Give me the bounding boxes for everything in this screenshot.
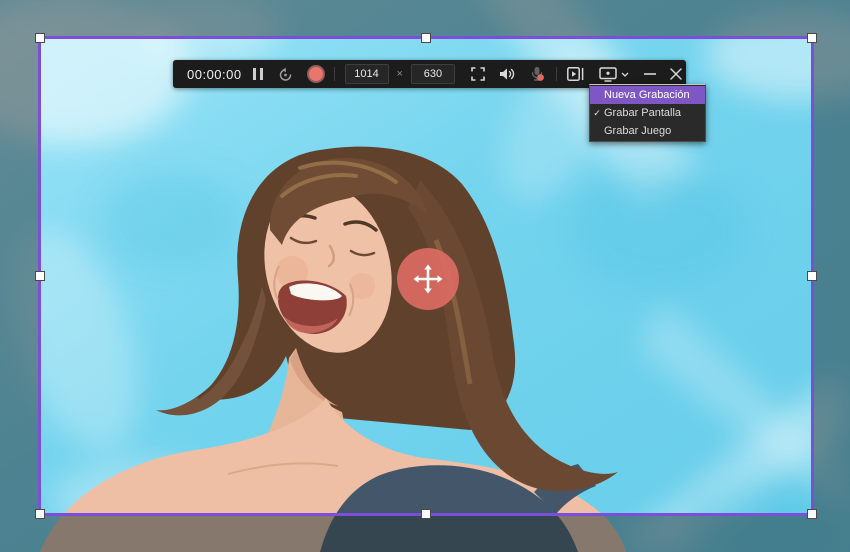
fullscreen-icon <box>471 67 485 81</box>
microphone-icon <box>529 66 545 82</box>
dimmed-region-right <box>812 38 850 514</box>
toolbar-divider <box>556 67 557 81</box>
resize-handle-se[interactable] <box>807 509 817 519</box>
menu-item-label: Nueva Grabación <box>604 89 690 101</box>
resize-handle-e[interactable] <box>807 271 817 281</box>
record-icon <box>309 67 323 81</box>
fullscreen-button[interactable] <box>469 60 487 88</box>
capture-height-input[interactable] <box>411 64 455 84</box>
speaker-button[interactable] <box>499 60 517 88</box>
dimmed-region-bottom <box>0 514 850 552</box>
menu-item-nueva-grabacion[interactable]: Nueva Grabación <box>590 86 705 104</box>
speaker-icon <box>499 67 515 81</box>
minimize-icon <box>644 73 656 75</box>
dimension-separator: × <box>397 68 403 80</box>
menu-item-grabar-juego[interactable]: Grabar Juego <box>590 122 705 140</box>
player-panel-icon <box>567 67 584 81</box>
pause-button[interactable] <box>250 60 268 88</box>
microphone-status-dot <box>537 74 544 81</box>
restart-icon <box>278 67 293 82</box>
pause-icon <box>253 68 263 80</box>
resize-handle-w[interactable] <box>35 271 45 281</box>
checkmark-icon: ✓ <box>590 108 604 119</box>
chevron-down-icon <box>621 72 629 77</box>
capture-width-input[interactable] <box>345 64 389 84</box>
screen-recorder-capture-area: 00:00:00 × <box>0 0 850 552</box>
menu-item-label: Grabar Juego <box>604 125 671 137</box>
resize-handle-n[interactable] <box>421 33 431 43</box>
menu-item-label: Grabar Pantalla <box>604 107 681 119</box>
resize-handle-ne[interactable] <box>807 33 817 43</box>
monitor-icon <box>599 67 617 82</box>
resize-handle-nw[interactable] <box>35 33 45 43</box>
toolbar-divider <box>334 67 335 81</box>
player-panel-button[interactable] <box>566 60 585 88</box>
dimmed-region-left <box>0 38 40 514</box>
microphone-button[interactable] <box>528 60 546 88</box>
recording-mode-menu: Nueva Grabación ✓ Grabar Pantalla Grabar… <box>589 84 706 142</box>
move-icon <box>413 264 443 294</box>
menu-item-grabar-pantalla[interactable]: ✓ Grabar Pantalla <box>590 104 705 122</box>
record-button[interactable] <box>307 60 326 88</box>
restart-button[interactable] <box>277 60 295 88</box>
resize-handle-sw[interactable] <box>35 509 45 519</box>
resize-handle-s[interactable] <box>421 509 431 519</box>
recording-timer: 00:00:00 <box>187 67 242 82</box>
move-selection-button[interactable] <box>397 248 459 310</box>
close-icon <box>670 68 682 80</box>
